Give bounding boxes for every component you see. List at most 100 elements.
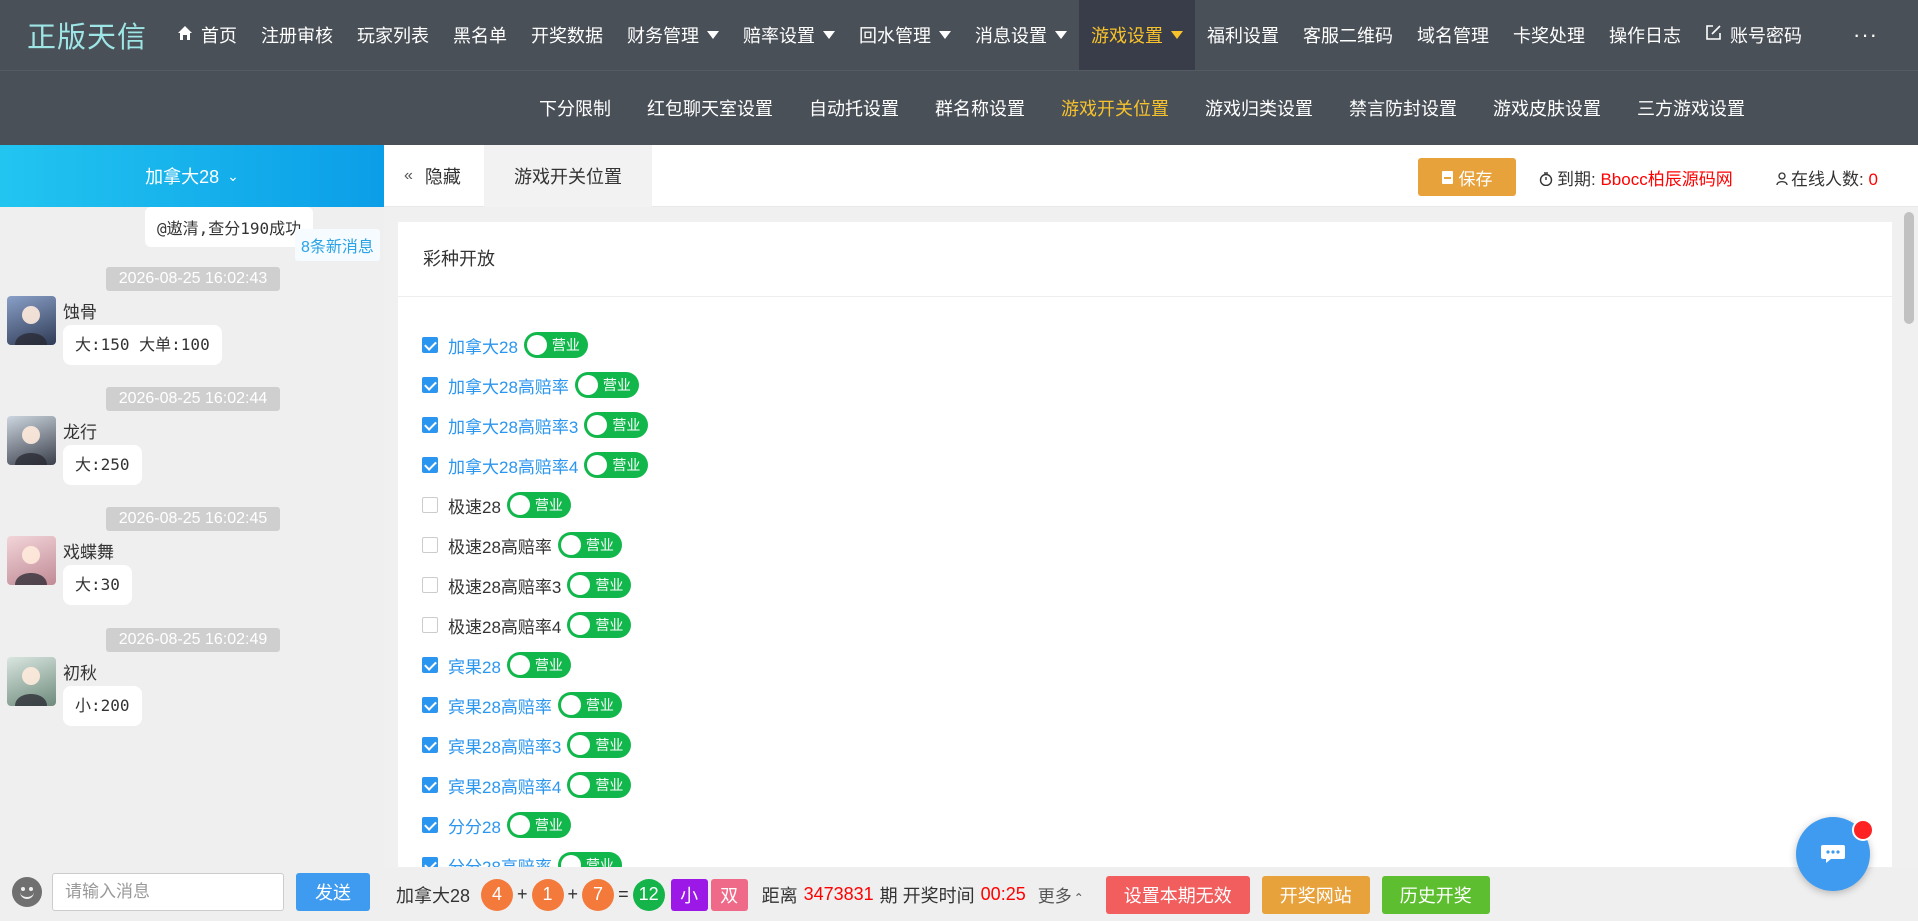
subnav-item-8[interactable]: 三方游戏设置 — [1619, 95, 1763, 121]
game-checkbox[interactable] — [422, 817, 438, 833]
more-link[interactable]: 更多 ⌃ — [1038, 882, 1084, 907]
history-draw-button[interactable]: 历史开奖 — [1381, 875, 1490, 914]
subnav-item-4[interactable]: 游戏开关位置 — [1043, 95, 1187, 121]
app-logo[interactable]: 正版天信 — [0, 14, 165, 56]
emoji-icon[interactable] — [12, 876, 42, 907]
open-toggle[interactable]: 营业 — [506, 652, 571, 678]
new-messages-badge[interactable]: 8条新消息 — [295, 229, 380, 261]
open-toggle[interactable]: 营业 — [567, 612, 632, 638]
game-name[interactable]: 宾果28高赔率4 — [448, 773, 561, 798]
game-checkbox[interactable] — [422, 337, 438, 353]
open-toggle[interactable]: 营业 — [523, 332, 588, 358]
game-checkbox[interactable] — [422, 417, 438, 433]
message-input[interactable] — [52, 872, 284, 911]
open-toggle[interactable]: 营业 — [506, 812, 571, 838]
nav-item-4[interactable]: 开奖数据 — [519, 0, 615, 70]
game-name[interactable]: 宾果28高赔率 — [448, 693, 552, 718]
save-button[interactable]: 保存 — [1418, 158, 1516, 196]
toggle-label: 营业 — [585, 537, 614, 553]
draw-site-button[interactable]: 开奖网站 — [1261, 875, 1370, 914]
subnav-item-3[interactable]: 群名称设置 — [917, 95, 1043, 121]
game-checkbox[interactable] — [422, 697, 438, 713]
game-name[interactable]: 极速28高赔率4 — [448, 613, 561, 638]
game-checkbox[interactable] — [422, 657, 438, 673]
nav-item-1[interactable]: 注册审核 — [249, 0, 345, 70]
subnav-item-1[interactable]: 红包聊天室设置 — [629, 95, 791, 121]
subnav-item-2[interactable]: 自动托设置 — [791, 95, 917, 121]
nav-item-0[interactable]: 首页 — [165, 0, 249, 70]
game-name[interactable]: 加拿大28高赔率 — [448, 373, 569, 398]
subnav-item-6[interactable]: 禁言防封设置 — [1331, 95, 1475, 121]
game-name[interactable]: 加拿大28 — [448, 333, 518, 358]
game-checkbox[interactable] — [422, 857, 438, 867]
page-scrollbar[interactable] — [1900, 208, 1918, 860]
game-checkbox[interactable] — [422, 537, 438, 553]
open-toggle[interactable]: 营业 — [574, 372, 639, 398]
nav-item-14[interactable]: 操作日志 — [1597, 0, 1693, 70]
nav-item-15[interactable]: 账号密码 — [1693, 0, 1814, 70]
subnav-item-5[interactable]: 游戏归类设置 — [1187, 95, 1331, 121]
nav-item-2[interactable]: 玩家列表 — [345, 0, 441, 70]
game-checkbox[interactable] — [422, 577, 438, 593]
game-name[interactable]: 宾果28 — [448, 653, 501, 678]
scrollbar-thumb[interactable] — [1904, 212, 1914, 324]
game-checkbox[interactable] — [422, 777, 438, 793]
nav-item-3[interactable]: 黑名单 — [441, 0, 519, 70]
avatar[interactable] — [7, 416, 56, 465]
game-name[interactable]: 宾果28高赔率3 — [448, 733, 561, 758]
game-checkbox[interactable] — [422, 377, 438, 393]
nav-item-label: 玩家列表 — [357, 26, 429, 46]
open-toggle[interactable]: 营业 — [506, 492, 571, 518]
avatar[interactable] — [7, 296, 56, 345]
game-name[interactable]: 分分28 — [448, 813, 501, 838]
more-icon[interactable]: ··· — [1841, 22, 1918, 48]
open-toggle[interactable]: 营业 — [557, 692, 622, 718]
game-row: 宾果28 营业 — [422, 645, 1892, 685]
nav-item-6[interactable]: 赔率设置 — [731, 0, 847, 70]
invalidate-period-button[interactable]: 设置本期无效 — [1105, 875, 1250, 914]
subnav-item-7[interactable]: 游戏皮肤设置 — [1475, 95, 1619, 121]
open-toggle[interactable]: 营业 — [567, 772, 632, 798]
nav-item-8[interactable]: 消息设置 — [963, 0, 1079, 70]
nav-item-10[interactable]: 福利设置 — [1195, 0, 1291, 70]
toggle-label: 营业 — [595, 737, 624, 753]
top-nav: 正版天信 首页 注册审核 玩家列表 黑名单 开奖数据 财务管理 赔率设置 回水管理 消息设置 游戏… — [0, 0, 1918, 70]
equals-sign: = — [618, 884, 629, 904]
game-panel: 彩种开放 加拿大28 营业 加拿大28高赔率 营业 加拿大28高赔率3 营业 加拿大28高赔… — [398, 222, 1892, 867]
toggle-knob — [509, 495, 530, 515]
open-toggle[interactable]: 营业 — [567, 732, 632, 758]
toggle-label: 营业 — [602, 377, 631, 393]
game-checkbox[interactable] — [422, 497, 438, 513]
toggle-label: 营业 — [534, 657, 563, 673]
hide-sidebar-button[interactable]: « 隐藏 — [384, 145, 484, 207]
game-name[interactable]: 极速28高赔率3 — [448, 573, 561, 598]
tab-game-switch[interactable]: 游戏开关位置 — [484, 144, 652, 207]
open-toggle[interactable]: 营业 — [584, 412, 649, 438]
open-toggle[interactable]: 营业 — [567, 572, 632, 598]
subnav-item-0[interactable]: 下分限制 — [521, 95, 629, 121]
nav-item-9[interactable]: 游戏设置 — [1079, 0, 1195, 70]
nav-item-5[interactable]: 财务管理 — [615, 0, 731, 70]
nav-item-12[interactable]: 域名管理 — [1405, 0, 1501, 70]
game-name[interactable]: 分分28高赔率 — [448, 853, 552, 868]
game-checkbox[interactable] — [422, 457, 438, 473]
avatar[interactable] — [7, 536, 56, 585]
avatar[interactable] — [7, 657, 56, 706]
chat-room-selector[interactable]: 加拿大28 ⌄ — [0, 145, 384, 207]
game-name[interactable]: 极速28高赔率 — [448, 533, 552, 558]
nav-item-13[interactable]: 卡奖处理 — [1501, 0, 1597, 70]
game-name[interactable]: 加拿大28高赔率3 — [448, 413, 578, 438]
open-toggle[interactable]: 营业 — [584, 452, 649, 478]
open-toggle[interactable]: 营业 — [557, 532, 622, 558]
chat-messages[interactable]: @遨清,查分190成功 8条新消息 2026-08-25 16:02:43 蚀骨大… — [0, 207, 384, 857]
chat-fab-button[interactable] — [1796, 817, 1874, 891]
nav-item-11[interactable]: 客服二维码 — [1291, 0, 1405, 70]
game-name[interactable]: 极速28 — [448, 493, 501, 518]
open-toggle[interactable]: 营业 — [557, 852, 622, 867]
game-checkbox[interactable] — [422, 617, 438, 633]
game-name[interactable]: 加拿大28高赔率4 — [448, 453, 578, 478]
game-checkbox[interactable] — [422, 737, 438, 753]
online-label: 在线人数: — [1791, 170, 1864, 189]
nav-item-7[interactable]: 回水管理 — [847, 0, 963, 70]
send-button[interactable]: 发送 — [296, 872, 370, 911]
